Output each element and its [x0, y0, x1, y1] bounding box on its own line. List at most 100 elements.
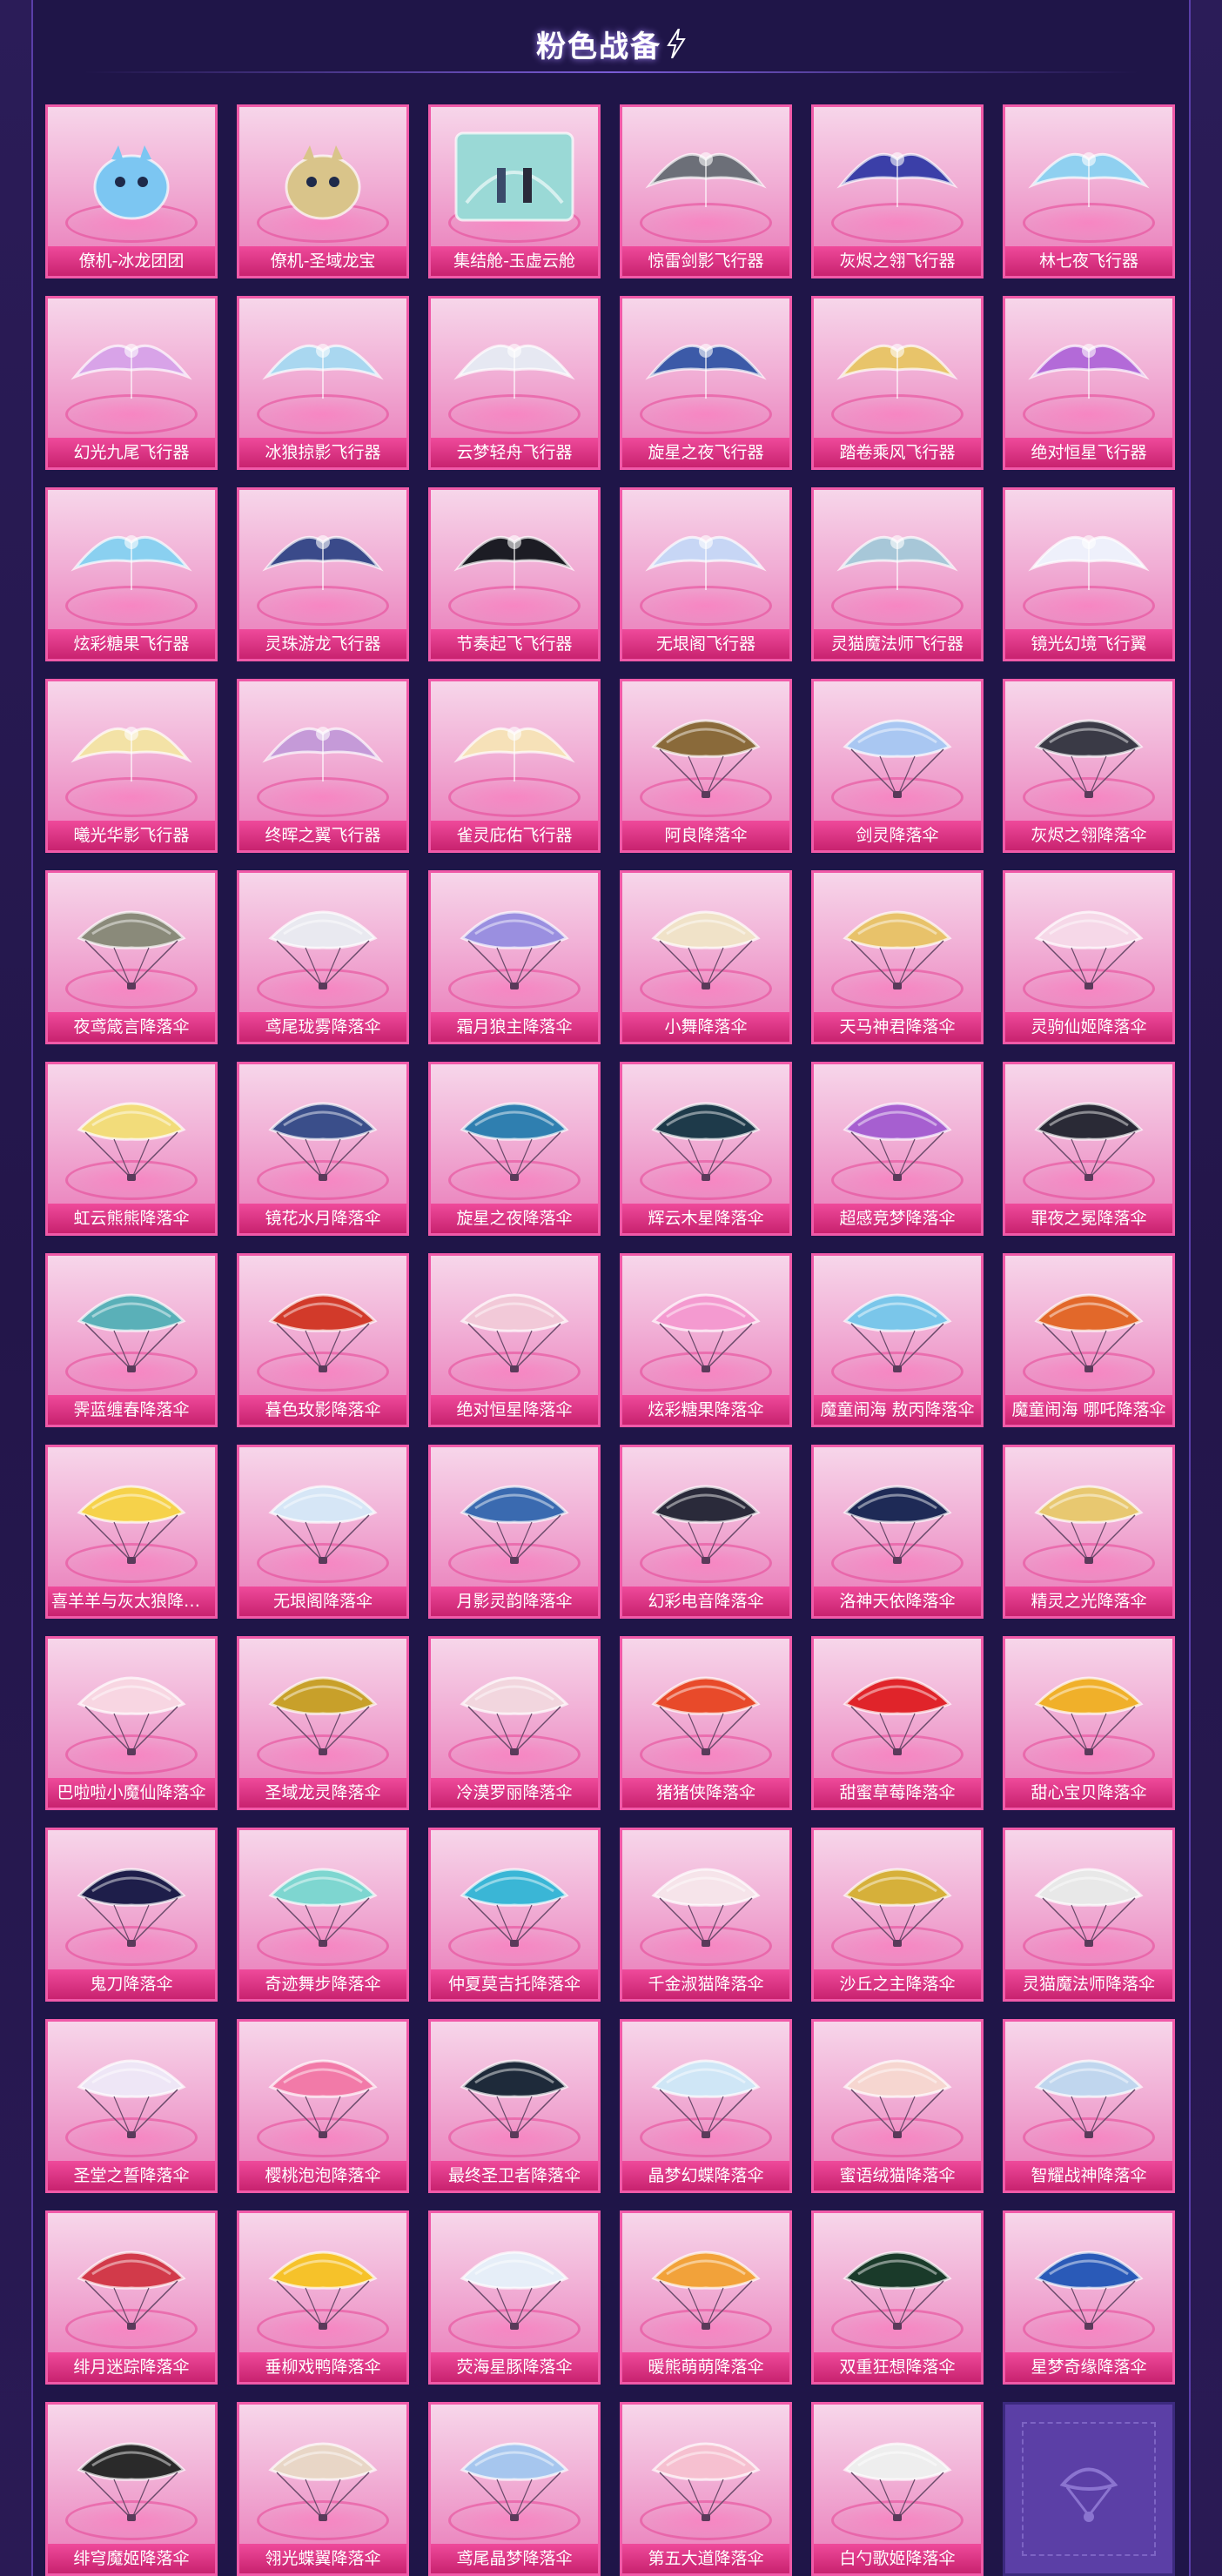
item-card[interactable]: 霁蓝缠春降落伞	[45, 1253, 218, 1427]
item-card[interactable]: 洛神天依降落伞	[811, 1445, 984, 1619]
item-label: 智耀战神降落伞	[1005, 2161, 1172, 2190]
item-card[interactable]: 白勺歌姬降落伞	[811, 2402, 984, 2576]
item-card[interactable]: 灰烬之翎飞行器	[811, 104, 984, 278]
guardian-parachute-icon	[431, 2030, 598, 2152]
item-card[interactable]: 灵猫魔法师飞行器	[811, 487, 984, 661]
item-card[interactable]: 终晖之翼飞行器	[237, 679, 409, 853]
item-card[interactable]: 垂柳戏鸭降落伞	[237, 2210, 409, 2385]
crown-parachute-icon	[1005, 1073, 1172, 1195]
item-card[interactable]: 第五大道降落伞	[620, 2402, 792, 2576]
item-label: 旋星之夜飞行器	[622, 438, 789, 467]
item-card[interactable]: 沙丘之主降落伞	[811, 1828, 984, 2002]
dream-parachute-icon	[814, 1073, 981, 1195]
item-card[interactable]: 夜鸢箴言降落伞	[45, 870, 218, 1044]
item-card[interactable]: 剑灵降落伞	[811, 679, 984, 853]
item-card[interactable]: 灵猫魔法师降落伞	[1003, 1828, 1175, 2002]
item-card[interactable]: 天马神君降落伞	[811, 870, 984, 1044]
cherry-parachute-icon	[239, 2030, 406, 2152]
red-panda-parachute-icon	[622, 2222, 789, 2344]
item-label: 幻彩电音降落伞	[622, 1587, 789, 1616]
item-card[interactable]: 鸢尾珑雾降落伞	[237, 870, 409, 1044]
dune-parachute-icon	[814, 1839, 981, 1961]
item-card[interactable]: 镜花水月降落伞	[237, 1062, 409, 1236]
item-card[interactable]: 魔童闹海 敖丙降落伞	[811, 1253, 984, 1427]
item-card[interactable]: 绝对恒星飞行器	[1003, 296, 1175, 470]
item-card[interactable]: 无垠阁飞行器	[620, 487, 792, 661]
item-card[interactable]: 圣域龙灵降落伞	[237, 1636, 409, 1810]
item-card[interactable]: 翎光蝶翼降落伞	[237, 2402, 409, 2576]
item-card[interactable]: 踏卷乘风飞行器	[811, 296, 984, 470]
item-card[interactable]: 甜蜜草莓降落伞	[811, 1636, 984, 1810]
item-card[interactable]: 集结舱-玉虚云舱	[428, 104, 601, 278]
item-card[interactable]: 绯穹魔姬降落伞	[45, 2402, 218, 2576]
item-card[interactable]: 惊雷剑影飞行器	[620, 104, 792, 278]
item-card[interactable]: 旋星之夜飞行器	[620, 296, 792, 470]
item-card[interactable]: 蜜语绒猫降落伞	[811, 2019, 984, 2193]
item-card[interactable]: 僚机-圣域龙宝	[237, 104, 409, 278]
item-card[interactable]: 罪夜之冕降落伞	[1003, 1062, 1175, 1236]
item-card[interactable]: 甜心宝贝降落伞	[1003, 1636, 1175, 1810]
item-card[interactable]: 绝对恒星降落伞	[428, 1253, 601, 1427]
item-card[interactable]: 雀灵庇佑飞行器	[428, 679, 601, 853]
item-card[interactable]: 鬼刀降落伞	[45, 1828, 218, 2002]
item-card[interactable]: 辉云木星降落伞	[620, 1062, 792, 1236]
item-card[interactable]: 冷漠罗丽降落伞	[428, 1636, 601, 1810]
item-card[interactable]: 阿良降落伞	[620, 679, 792, 853]
item-card[interactable]: 灵珠游龙飞行器	[237, 487, 409, 661]
item-card[interactable]: 魔童闹海 哪吒降落伞	[1003, 1253, 1175, 1427]
item-card[interactable]: 月影灵韵降落伞	[428, 1445, 601, 1619]
star-orb-parachute-icon	[431, 1265, 598, 1386]
item-card[interactable]: 小舞降落伞	[620, 870, 792, 1044]
starry-parachute-icon	[431, 1073, 598, 1195]
item-card[interactable]: 最终圣卫者降落伞	[428, 2019, 601, 2193]
item-card[interactable]: 云梦轻舟飞行器	[428, 296, 601, 470]
item-label: 绝对恒星飞行器	[1005, 438, 1172, 467]
item-card[interactable]: 巴啦啦小魔仙降落伞	[45, 1636, 218, 1810]
item-card[interactable]: 炫彩糖果降落伞	[620, 1253, 792, 1427]
war-god-parachute-icon	[1005, 2030, 1172, 2152]
item-card[interactable]: 千金淑猫降落伞	[620, 1828, 792, 2002]
item-card[interactable]: 旋星之夜降落伞	[428, 1062, 601, 1236]
item-card[interactable]: 灵驹仙姬降落伞	[1003, 870, 1175, 1044]
item-card[interactable]: 仲夏莫吉托降落伞	[428, 1828, 601, 2002]
item-card[interactable]: 奇迹舞步降落伞	[237, 1828, 409, 2002]
item-card[interactable]: 幻彩电音降落伞	[620, 1445, 792, 1619]
item-card[interactable]: 无垠阁降落伞	[237, 1445, 409, 1619]
item-card[interactable]: 超感竞梦降落伞	[811, 1062, 984, 1236]
item-card[interactable]: 双重狂想降落伞	[811, 2210, 984, 2385]
item-card[interactable]: 节奏起飞飞行器	[428, 487, 601, 661]
item-label: 最终圣卫者降落伞	[431, 2161, 598, 2190]
item-card[interactable]: 灰烬之翎降落伞	[1003, 679, 1175, 853]
item-card[interactable]: 樱桃泡泡降落伞	[237, 2019, 409, 2193]
item-label: 荧海星豚降落伞	[431, 2352, 598, 2382]
item-card[interactable]: 智耀战神降落伞	[1003, 2019, 1175, 2193]
item-label: 无垠阁飞行器	[622, 629, 789, 659]
item-label: 樱桃泡泡降落伞	[239, 2161, 406, 2190]
item-card[interactable]: 幻光九尾飞行器	[45, 296, 218, 470]
item-card[interactable]: 荧海星豚降落伞	[428, 2210, 601, 2385]
item-card[interactable]: 林七夜飞行器	[1003, 104, 1175, 278]
pony-parachute-icon	[1005, 882, 1172, 1003]
item-card[interactable]: 绯月迷踪降落伞	[45, 2210, 218, 2385]
item-card[interactable]: 霜月狼主降落伞	[428, 870, 601, 1044]
item-card[interactable]: 僚机-冰龙团团	[45, 104, 218, 278]
item-card[interactable]: 猪猪侠降落伞	[620, 1636, 792, 1810]
item-card[interactable]: 炫彩糖果飞行器	[45, 487, 218, 661]
item-card[interactable]: 虹云熊熊降落伞	[45, 1062, 218, 1236]
item-card[interactable]: 暖熊萌萌降落伞	[620, 2210, 792, 2385]
item-label: 无垠阁降落伞	[239, 1587, 406, 1616]
item-card[interactable]: 圣堂之誓降落伞	[45, 2019, 218, 2193]
item-card[interactable]: 曦光华影飞行器	[45, 679, 218, 853]
item-card[interactable]: 星梦奇缘降落伞	[1003, 2210, 1175, 2385]
crystal-glider-icon	[622, 499, 789, 621]
item-card[interactable]: 精灵之光降落伞	[1003, 1445, 1175, 1619]
item-label: 炫彩糖果飞行器	[48, 629, 215, 659]
item-card[interactable]: 镜光幻境飞行翼	[1003, 487, 1175, 661]
item-card[interactable]: 晶梦幻蝶降落伞	[620, 2019, 792, 2193]
item-card[interactable]: 暮色玫影降落伞	[237, 1253, 409, 1427]
item-card[interactable]: 鸢尾晶梦降落伞	[428, 2402, 601, 2576]
item-card[interactable]: 喜羊羊与灰太狼降落伞	[45, 1445, 218, 1619]
nezha-parachute-icon	[1005, 1265, 1172, 1386]
item-label: 灵猫魔法师降落伞	[1005, 1969, 1172, 1999]
item-card[interactable]: 冰狼掠影飞行器	[237, 296, 409, 470]
